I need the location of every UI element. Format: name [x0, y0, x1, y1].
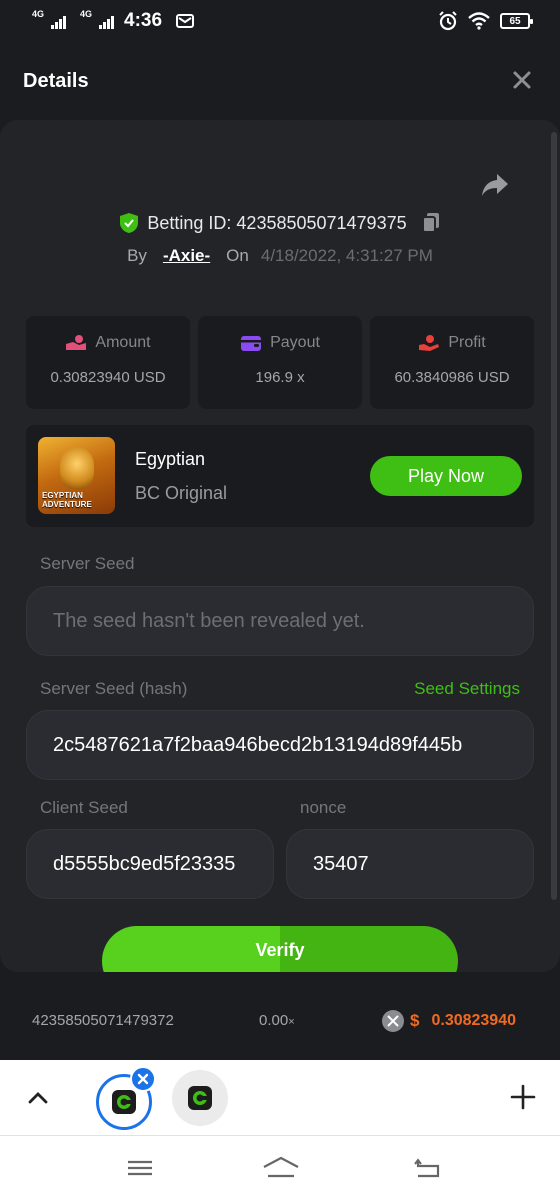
- game-name: Egyptian: [135, 449, 206, 469]
- on-label: On: [226, 246, 249, 265]
- server-seed-hash-field[interactable]: 2c5487621a7f2baa946becd2b13194d89f445b: [26, 710, 534, 780]
- share-icon[interactable]: [480, 172, 510, 198]
- battery-icon: 65: [500, 13, 533, 29]
- history-row[interactable]: 42358505071479372 0.00× $ 0.30823940: [0, 972, 560, 1060]
- network-type-2: 4G: [80, 9, 93, 19]
- signal-icon-2: [99, 13, 115, 29]
- nonce-field[interactable]: 35407: [286, 829, 534, 899]
- server-seed-field[interactable]: The seed hasn't been revealed yet.: [26, 586, 534, 656]
- history-amount: $ 0.30823940: [382, 1010, 516, 1032]
- amount-icon: [66, 335, 87, 350]
- betting-id-row: Betting ID: 42358505071479375: [0, 212, 560, 234]
- network-type-1: 4G: [32, 9, 45, 19]
- wifi-icon: [468, 12, 490, 30]
- server-seed-hash-label: Server Seed (hash): [40, 679, 188, 698]
- history-bet-id: 42358505071479372: [32, 1012, 174, 1029]
- game-thumb-text: EGYPTIAN ADVENTURE: [42, 491, 92, 509]
- bc-game-logo-icon: [188, 1086, 212, 1110]
- stat-value: 0.30823940 USD: [50, 369, 166, 386]
- user-link[interactable]: -Axie-: [163, 246, 210, 266]
- home-icon[interactable]: [262, 1154, 300, 1182]
- new-tab-plus-icon[interactable]: [510, 1084, 536, 1110]
- chevron-up-icon[interactable]: [26, 1086, 50, 1110]
- recent-apps-icon[interactable]: [124, 1154, 156, 1182]
- stat-value: 196.9 x: [255, 369, 305, 386]
- stat-value: 60.3840986 USD: [394, 369, 510, 386]
- status-bar: 4G 4G 4:36 65: [0, 0, 560, 44]
- close-icon[interactable]: [510, 68, 534, 92]
- stat-label: Amount: [95, 334, 151, 351]
- by-label: By: [127, 246, 147, 265]
- stat-amount: Amount 0.30823940 USD: [26, 316, 190, 409]
- betting-id-value: 42358505071479375: [236, 212, 407, 233]
- game-card: EGYPTIAN ADVENTURE Egyptian BC Original P…: [26, 425, 534, 527]
- system-nav-bar: [0, 1136, 560, 1200]
- signal-icon-1: [51, 13, 67, 29]
- tab-close-icon[interactable]: [130, 1066, 156, 1092]
- details-panel: Betting ID: 42358505071479375 By -Axie- …: [0, 120, 560, 972]
- verify-button[interactable]: Verify: [102, 926, 458, 972]
- bet-date: 4/18/2022, 4:31:27 PM: [260, 246, 433, 265]
- stat-label: Payout: [270, 334, 320, 351]
- history-amount-value: 0.30823940: [431, 1012, 516, 1029]
- history-multiplier: 0.00×: [259, 1012, 295, 1029]
- bc-game-logo-icon: [112, 1090, 136, 1114]
- verified-shield-icon: [120, 213, 139, 233]
- pharaoh-face: [60, 447, 94, 489]
- back-icon[interactable]: [412, 1154, 444, 1182]
- stat-payout: Payout 196.9 x: [198, 316, 362, 409]
- currency-symbol: $: [410, 1011, 420, 1030]
- server-seed-label: Server Seed: [40, 554, 135, 573]
- play-now-button[interactable]: Play Now: [370, 456, 522, 496]
- nonce-label: nonce: [300, 798, 347, 817]
- alarm-icon: [439, 11, 457, 31]
- profit-hand-icon: [419, 335, 440, 351]
- gmail-icon: [176, 14, 195, 28]
- stat-profit: Profit 60.3840986 USD: [370, 316, 534, 409]
- browser-tab-bar: [0, 1060, 560, 1136]
- xrp-coin-icon: [382, 1010, 404, 1032]
- details-header: Details: [0, 44, 560, 120]
- page-title: Details: [23, 70, 89, 92]
- copy-icon[interactable]: [421, 212, 441, 234]
- seed-settings-link[interactable]: Seed Settings: [414, 679, 520, 699]
- game-subtitle: BC Original: [135, 483, 228, 503]
- tab-inactive[interactable]: [172, 1070, 228, 1126]
- betting-id-label: Betting ID:: [147, 212, 232, 233]
- clock: 4:36: [124, 10, 163, 31]
- wallet-icon: [241, 336, 262, 351]
- bet-meta-row: By -Axie- On 4/18/2022, 4:31:27 PM: [0, 246, 560, 266]
- client-seed-field[interactable]: d5555bc9ed5f23335: [26, 829, 274, 899]
- stat-label: Profit: [448, 334, 486, 351]
- client-seed-label: Client Seed: [40, 798, 128, 817]
- game-thumbnail[interactable]: EGYPTIAN ADVENTURE: [38, 437, 115, 514]
